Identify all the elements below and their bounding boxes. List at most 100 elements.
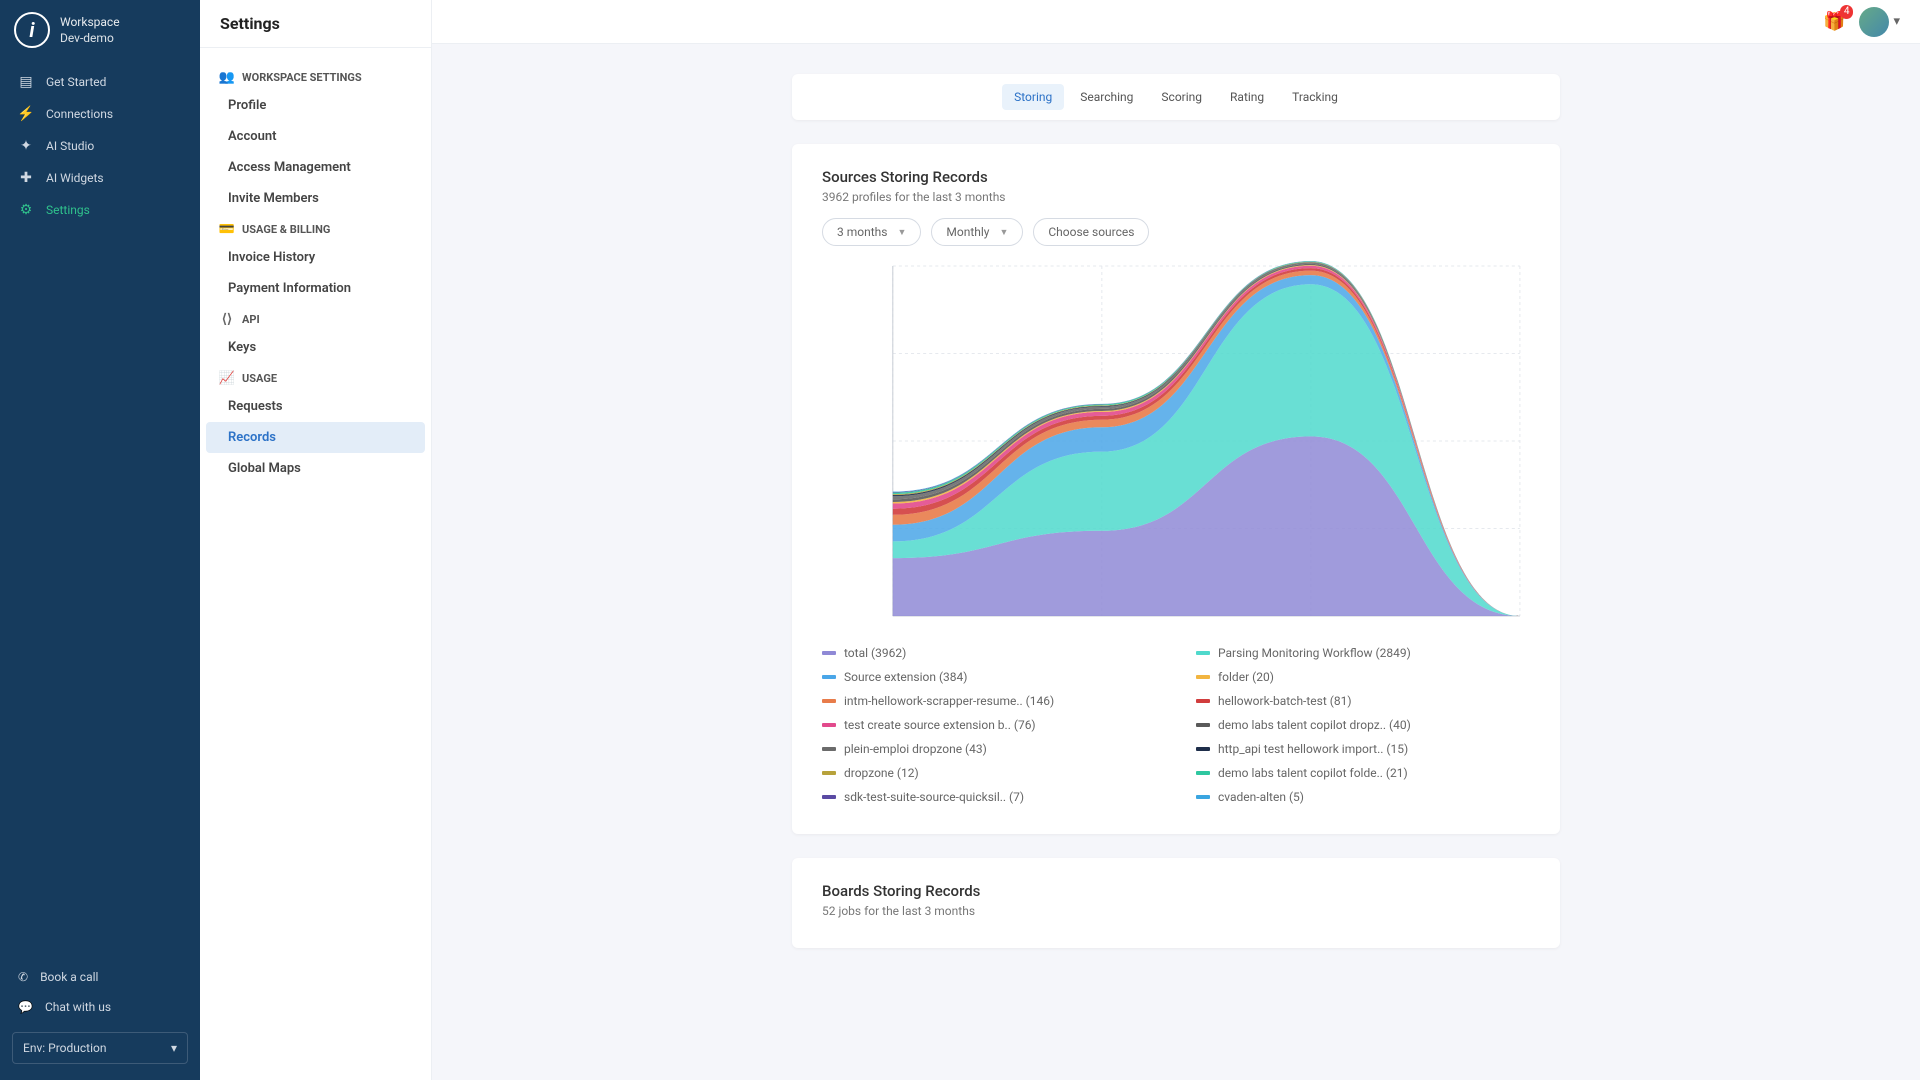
tab-storing[interactable]: Storing xyxy=(1002,84,1064,110)
legend-label: sdk-test-suite-source-quicksil.. (7) xyxy=(844,790,1024,804)
legend-item[interactable]: Source extension (384) xyxy=(822,670,1156,684)
metric-tabs: Storing Searching Scoring Rating Trackin… xyxy=(792,74,1560,120)
legend-item[interactable]: intm-hellowork-scrapper-resume.. (146) xyxy=(822,694,1156,708)
tab-searching[interactable]: Searching xyxy=(1068,84,1145,110)
legend-label: http_api test hellowork import.. (15) xyxy=(1218,742,1408,756)
subnav-invite-members[interactable]: Invite Members xyxy=(200,183,431,214)
legend-item[interactable]: http_api test hellowork import.. (15) xyxy=(1196,742,1530,756)
legend-item[interactable]: test create source extension b.. (76) xyxy=(822,718,1156,732)
group-icon: 👥 xyxy=(220,70,234,84)
legend-label: demo labs talent copilot dropz.. (40) xyxy=(1218,718,1411,732)
subnav-profile[interactable]: Profile xyxy=(200,90,431,121)
legend-item[interactable]: demo labs talent copilot folde.. (21) xyxy=(1196,766,1530,780)
robot-icon: ✦ xyxy=(18,138,34,154)
chevron-down-icon: ▾ xyxy=(1893,14,1900,29)
phone-icon: ✆ xyxy=(18,970,28,984)
legend-item[interactable]: cvaden-alten (5) xyxy=(1196,790,1530,804)
nav-ai-widgets[interactable]: ✚AI Widgets xyxy=(0,162,200,194)
legend-label: Source extension (384) xyxy=(844,670,967,684)
notification-badge: 4 xyxy=(1840,5,1854,19)
legend-item[interactable]: plein-emploi dropzone (43) xyxy=(822,742,1156,756)
sources-storing-card: Sources Storing Records 3962 profiles fo… xyxy=(792,144,1560,834)
tab-scoring[interactable]: Scoring xyxy=(1149,84,1214,110)
legend-item[interactable]: demo labs talent copilot dropz.. (40) xyxy=(1196,718,1530,732)
chevron-down-icon: ▼ xyxy=(897,227,906,238)
subnav-invoice-history[interactable]: Invoice History xyxy=(200,242,431,273)
legend-swatch xyxy=(822,747,836,751)
nav-settings[interactable]: ⚙Settings xyxy=(0,194,200,226)
puzzle-icon: ✚ xyxy=(18,170,34,186)
legend-item[interactable]: hellowork-batch-test (81) xyxy=(1196,694,1530,708)
legend-label: folder (20) xyxy=(1218,670,1274,684)
gift-icon[interactable]: 🎁4 xyxy=(1823,11,1845,32)
topbar: 🎁4 ▾ xyxy=(432,0,1920,44)
legend-label: Parsing Monitoring Workflow (2849) xyxy=(1218,646,1411,660)
subnav-records[interactable]: Records xyxy=(206,422,425,453)
granularity-selector[interactable]: Monthly▼ xyxy=(931,218,1023,246)
env-selector[interactable]: Env: Production▾ xyxy=(12,1032,188,1064)
subnav-global-maps[interactable]: Global Maps xyxy=(200,453,431,484)
section-billing: 💳USAGE & BILLING xyxy=(200,214,431,242)
chart-icon: 📈 xyxy=(220,371,234,385)
legend-swatch xyxy=(822,795,836,799)
workspace-label: Workspace xyxy=(60,15,120,31)
subnav-access-management[interactable]: Access Management xyxy=(200,152,431,183)
legend-swatch xyxy=(822,699,836,703)
legend-swatch xyxy=(822,651,836,655)
legend-swatch xyxy=(1196,723,1210,727)
legend-swatch xyxy=(822,723,836,727)
workspace-switcher[interactable]: i Workspace Dev-demo xyxy=(0,0,200,58)
legend-swatch xyxy=(822,771,836,775)
subnav-payment-info[interactable]: Payment Information xyxy=(200,273,431,304)
legend-item[interactable]: sdk-test-suite-source-quicksil.. (7) xyxy=(822,790,1156,804)
legend-swatch xyxy=(1196,795,1210,799)
boards-storing-card: Boards Storing Records 52 jobs for the l… xyxy=(792,858,1560,948)
period-selector[interactable]: 3 months▼ xyxy=(822,218,921,246)
chat-with-us[interactable]: 💬Chat with us xyxy=(0,992,200,1022)
legend-label: hellowork-batch-test (81) xyxy=(1218,694,1352,708)
primary-sidebar: i Workspace Dev-demo ▤Get Started ⚡Conne… xyxy=(0,0,200,1080)
settings-subnav: Settings 👥WORKSPACE SETTINGS Profile Acc… xyxy=(200,0,432,1080)
chart-title: Boards Storing Records xyxy=(822,882,1530,900)
section-usage: 📈USAGE xyxy=(200,363,431,391)
workspace-name: Dev-demo xyxy=(60,31,120,45)
legend-label: total (3962) xyxy=(844,646,906,660)
chat-icon: 💬 xyxy=(18,1000,33,1014)
tab-rating[interactable]: Rating xyxy=(1218,84,1276,110)
nav-get-started[interactable]: ▤Get Started xyxy=(0,66,200,98)
subnav-requests[interactable]: Requests xyxy=(200,391,431,422)
tab-tracking[interactable]: Tracking xyxy=(1280,84,1350,110)
legend-item[interactable]: total (3962) xyxy=(822,646,1156,660)
avatar xyxy=(1859,7,1889,37)
book-a-call[interactable]: ✆Book a call xyxy=(0,962,200,992)
legend-item[interactable]: dropzone (12) xyxy=(822,766,1156,780)
nav-connections[interactable]: ⚡Connections xyxy=(0,98,200,130)
legend-item[interactable]: folder (20) xyxy=(1196,670,1530,684)
legend-label: demo labs talent copilot folde.. (21) xyxy=(1218,766,1408,780)
legend-item[interactable]: Parsing Monitoring Workflow (2849) xyxy=(1196,646,1530,660)
legend-swatch xyxy=(1196,651,1210,655)
area-chart xyxy=(822,256,1530,626)
gear-icon: ⚙ xyxy=(18,202,34,218)
chart-subtitle: 3962 profiles for the last 3 months xyxy=(822,190,1530,204)
legend-label: intm-hellowork-scrapper-resume.. (146) xyxy=(844,694,1054,708)
legend-swatch xyxy=(822,675,836,679)
subnav-keys[interactable]: Keys xyxy=(200,332,431,363)
legend-swatch xyxy=(1196,747,1210,751)
section-api: ⟨⟩API xyxy=(200,304,431,332)
chart-subtitle: 52 jobs for the last 3 months xyxy=(822,904,1530,918)
plug-icon: ⚡ xyxy=(18,106,34,122)
subnav-account[interactable]: Account xyxy=(200,121,431,152)
legend-swatch xyxy=(1196,699,1210,703)
legend-label: cvaden-alten (5) xyxy=(1218,790,1304,804)
user-menu[interactable]: ▾ xyxy=(1859,7,1900,37)
legend-label: plein-emploi dropzone (43) xyxy=(844,742,987,756)
code-icon: ⟨⟩ xyxy=(220,312,234,326)
chart-legend: total (3962) Parsing Monitoring Workflow … xyxy=(822,646,1530,804)
card-icon: 💳 xyxy=(220,222,234,236)
nav-ai-studio[interactable]: ✦AI Studio xyxy=(0,130,200,162)
section-workspace: 👥WORKSPACE SETTINGS xyxy=(200,62,431,90)
legend-label: dropzone (12) xyxy=(844,766,919,780)
choose-sources-button[interactable]: Choose sources xyxy=(1033,218,1149,246)
page-title: Settings xyxy=(200,0,431,48)
